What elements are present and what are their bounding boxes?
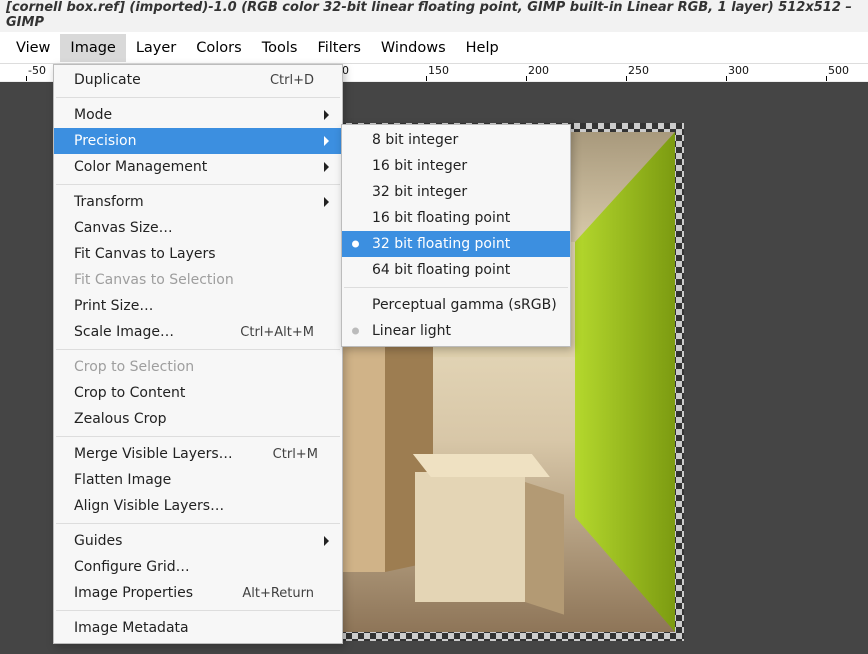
- menu-help[interactable]: Help: [456, 34, 509, 62]
- menuitem-crop-selection: Crop to Selection: [54, 354, 342, 380]
- menuitem-16bit-float[interactable]: 16 bit floating point: [342, 205, 570, 231]
- accel-properties: Alt+Return: [242, 586, 314, 601]
- precision-submenu: 8 bit integer 16 bit integer 32 bit inte…: [341, 124, 571, 347]
- canvas-area: Duplicate Ctrl+D Mode Precision Color Ma…: [0, 82, 868, 654]
- menuitem-align-visible[interactable]: Align Visible Layers…: [54, 493, 342, 519]
- menuitem-precision[interactable]: Precision: [54, 128, 342, 154]
- menuitem-print-size[interactable]: Print Size…: [54, 293, 342, 319]
- menuitem-fit-canvas-selection: Fit Canvas to Selection: [54, 267, 342, 293]
- menuitem-image-metadata[interactable]: Image Metadata: [54, 615, 342, 641]
- menu-separator: [56, 610, 340, 611]
- menu-separator: [56, 436, 340, 437]
- menuitem-crop-content[interactable]: Crop to Content: [54, 380, 342, 406]
- menubar: View Image Layer Colors Tools Filters Wi…: [0, 32, 868, 64]
- menuitem-color-management[interactable]: Color Management: [54, 154, 342, 180]
- menuitem-32bit-float[interactable]: 32 bit floating point: [342, 231, 570, 257]
- accel-merge: Ctrl+M: [273, 447, 318, 462]
- menuitem-32bit-integer[interactable]: 32 bit integer: [342, 179, 570, 205]
- menuitem-8bit-integer[interactable]: 8 bit integer: [342, 127, 570, 153]
- window-title: [cornell box.ref] (imported)-1.0 (RGB co…: [6, 0, 862, 30]
- menuitem-linear-light[interactable]: Linear light: [342, 318, 570, 344]
- menu-separator: [56, 184, 340, 185]
- menuitem-image-properties[interactable]: Image Properties Alt+Return: [54, 580, 342, 606]
- menu-image[interactable]: Image: [60, 34, 125, 62]
- menuitem-perceptual-gamma[interactable]: Perceptual gamma (sRGB): [342, 292, 570, 318]
- menuitem-configure-grid[interactable]: Configure Grid…: [54, 554, 342, 580]
- accel-duplicate: Ctrl+D: [270, 73, 314, 88]
- menu-separator: [56, 97, 340, 98]
- menu-separator: [56, 349, 340, 350]
- window-titlebar: [cornell box.ref] (imported)-1.0 (RGB co…: [0, 0, 868, 32]
- menu-tools[interactable]: Tools: [252, 34, 308, 62]
- accel-scale: Ctrl+Alt+M: [240, 325, 314, 340]
- menuitem-fit-canvas-layers[interactable]: Fit Canvas to Layers: [54, 241, 342, 267]
- menuitem-duplicate[interactable]: Duplicate Ctrl+D: [54, 67, 342, 93]
- menu-filters[interactable]: Filters: [307, 34, 370, 62]
- menuitem-16bit-integer[interactable]: 16 bit integer: [342, 153, 570, 179]
- menuitem-guides[interactable]: Guides: [54, 528, 342, 554]
- image-menu-dropdown: Duplicate Ctrl+D Mode Precision Color Ma…: [53, 64, 343, 644]
- menuitem-transform[interactable]: Transform: [54, 189, 342, 215]
- menu-view[interactable]: View: [6, 34, 60, 62]
- menu-separator: [344, 287, 568, 288]
- menuitem-zealous-crop[interactable]: Zealous Crop: [54, 406, 342, 432]
- menuitem-flatten[interactable]: Flatten Image: [54, 467, 342, 493]
- menu-layer[interactable]: Layer: [126, 34, 186, 62]
- menuitem-mode[interactable]: Mode: [54, 102, 342, 128]
- menu-windows[interactable]: Windows: [371, 34, 456, 62]
- menu-colors[interactable]: Colors: [186, 34, 251, 62]
- menuitem-64bit-float[interactable]: 64 bit floating point: [342, 257, 570, 283]
- menuitem-merge-visible[interactable]: Merge Visible Layers… Ctrl+M: [54, 441, 342, 467]
- menu-separator: [56, 523, 340, 524]
- radio-selected-icon: [352, 241, 359, 248]
- menuitem-canvas-size[interactable]: Canvas Size…: [54, 215, 342, 241]
- menuitem-scale-image[interactable]: Scale Image… Ctrl+Alt+M: [54, 319, 342, 345]
- radio-selected-icon: [352, 328, 359, 335]
